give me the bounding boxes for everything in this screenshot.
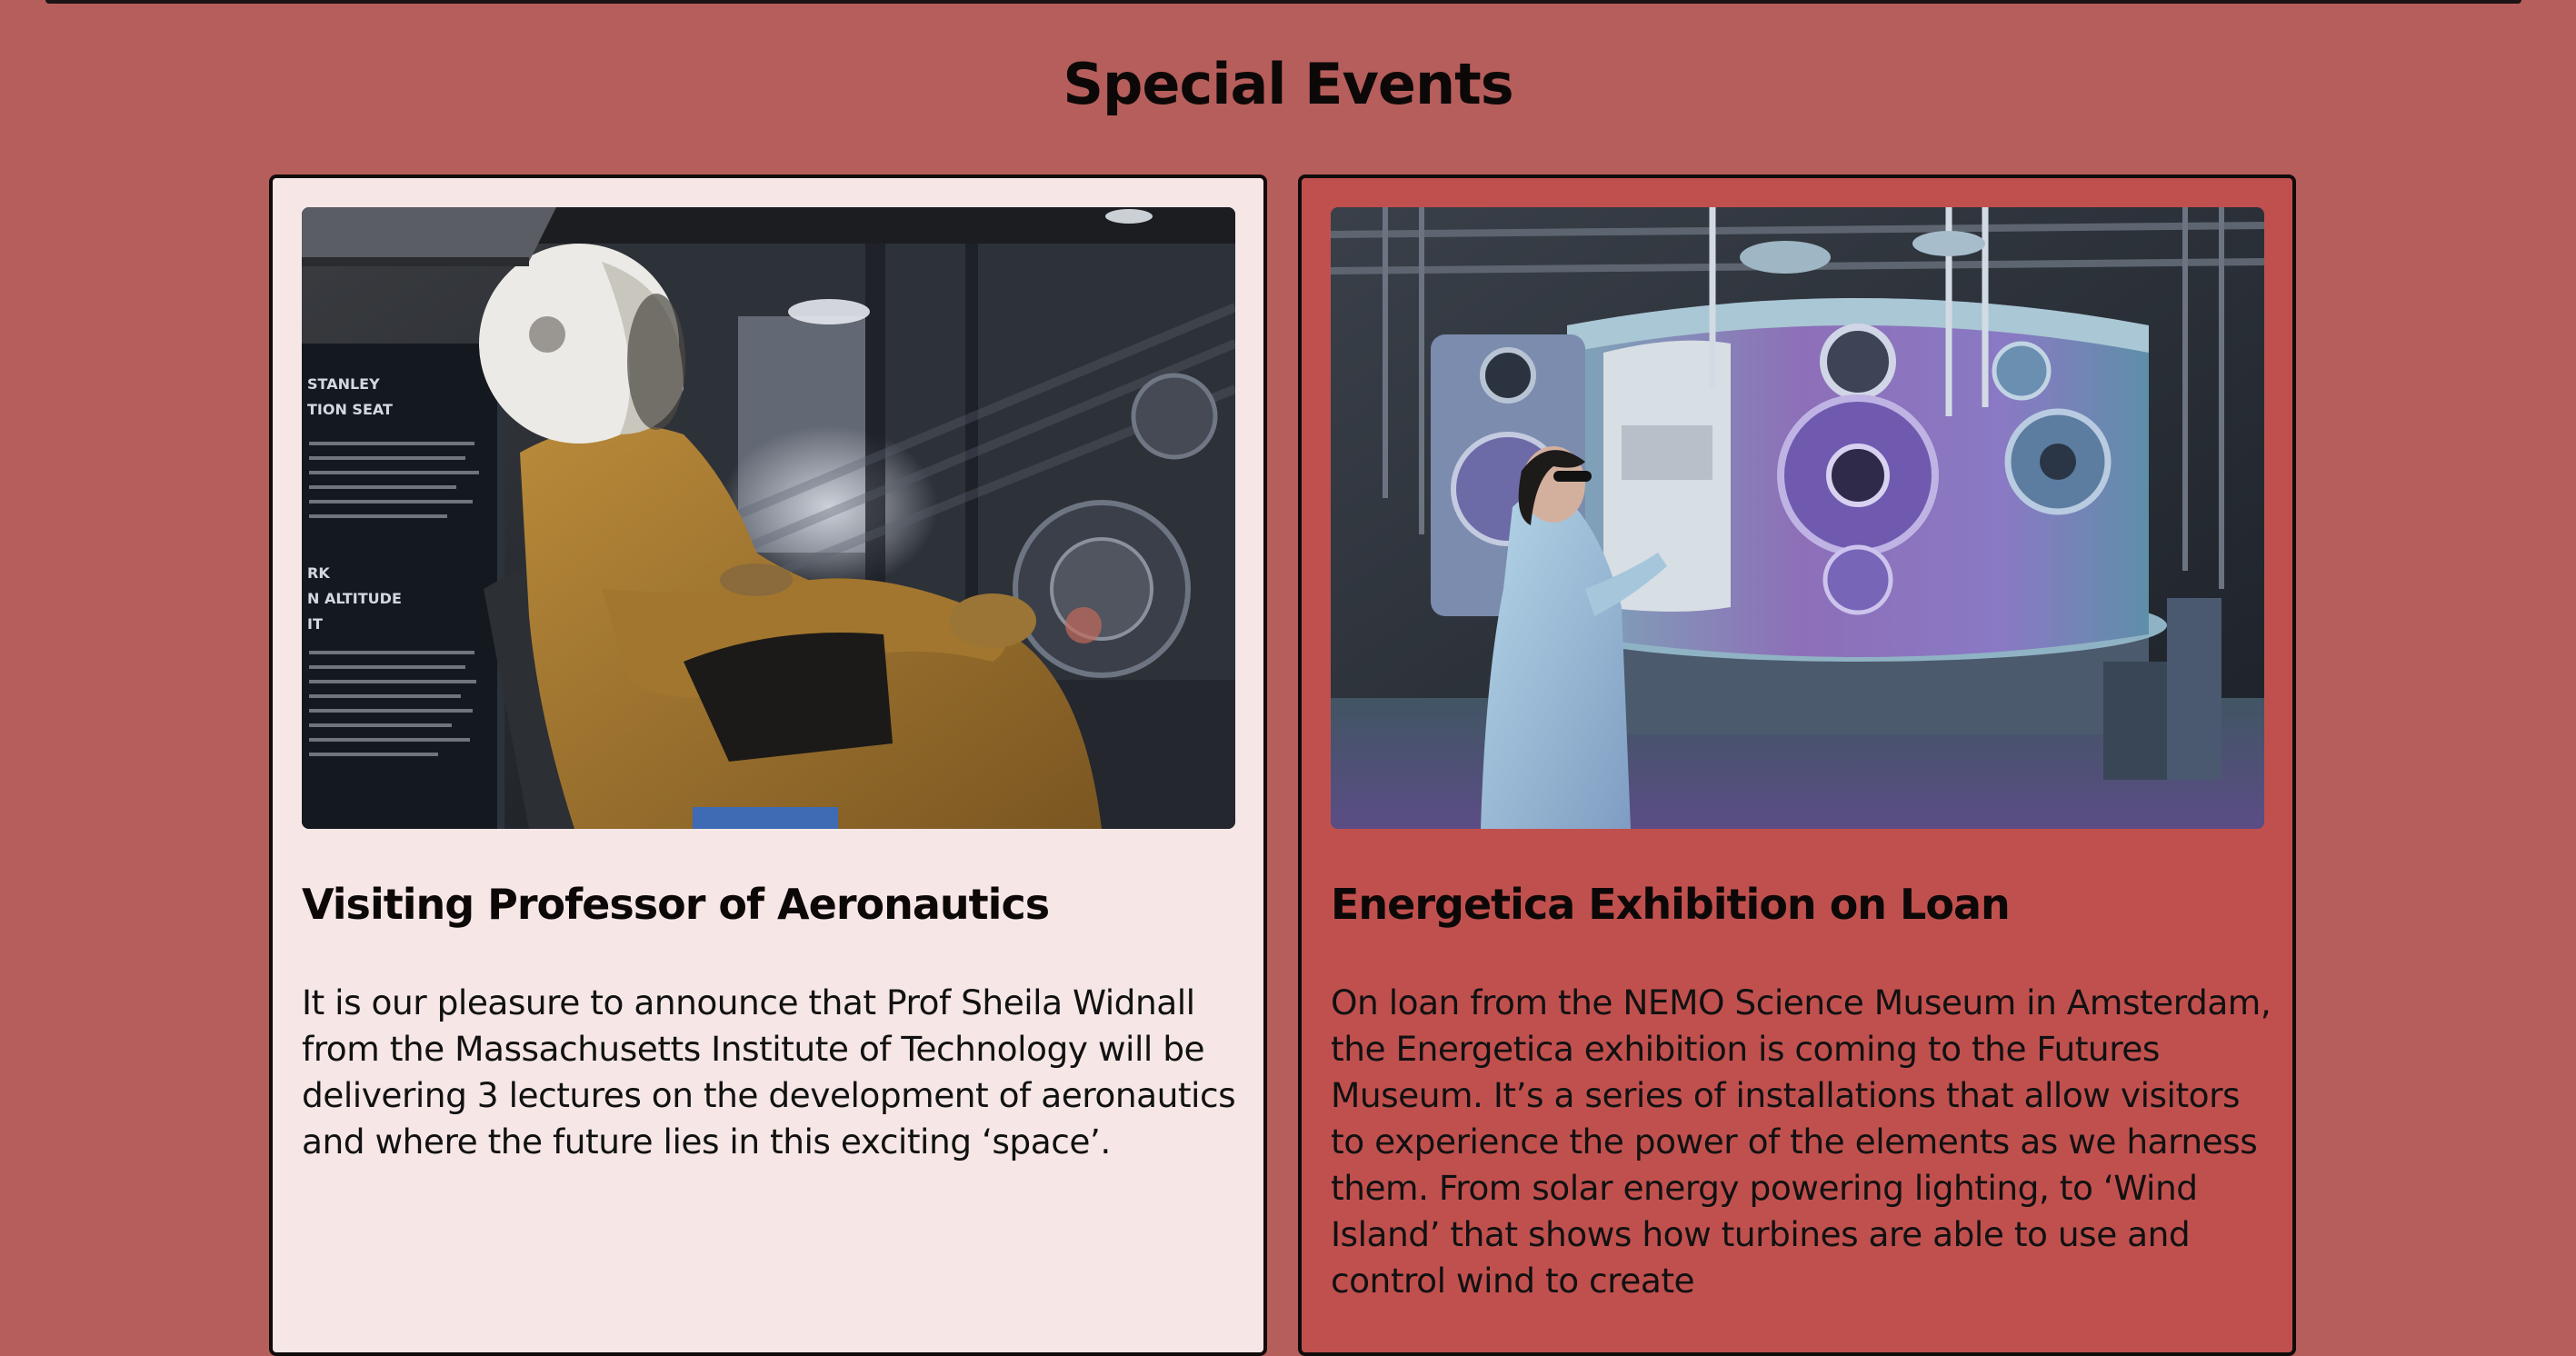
event-image-energetica [1331, 207, 2264, 829]
svg-text:TION SEAT: TION SEAT [307, 401, 393, 418]
event-description: On loan from the NEMO Science Museum in … [1331, 982, 2271, 1301]
event-image-astronaut: STANLEY TION SEAT RK N ALTITUDE IT [302, 207, 1235, 829]
svg-text:IT: IT [307, 615, 323, 633]
event-card-aeronautics[interactable]: STANLEY TION SEAT RK N ALTITUDE IT Visit… [269, 174, 1267, 1356]
svg-text:RK: RK [307, 564, 330, 582]
laboratory-photo [1331, 207, 2264, 829]
svg-text:STANLEY: STANLEY [307, 375, 380, 393]
svg-text:N ALTITUDE: N ALTITUDE [307, 590, 402, 607]
event-card-energetica[interactable]: Energetica Exhibition on Loan On loan fr… [1298, 174, 2296, 1356]
event-title[interactable]: Energetica Exhibition on Loan [1331, 880, 2011, 929]
top-divider [45, 0, 2521, 4]
event-description: It is our pleasure to announce that Prof… [302, 982, 1236, 1162]
event-title[interactable]: Visiting Professor of Aeronautics [302, 880, 1050, 929]
astronaut-photo: STANLEY TION SEAT RK N ALTITUDE IT [302, 207, 1235, 829]
section-title: Special Events [1063, 51, 1513, 117]
